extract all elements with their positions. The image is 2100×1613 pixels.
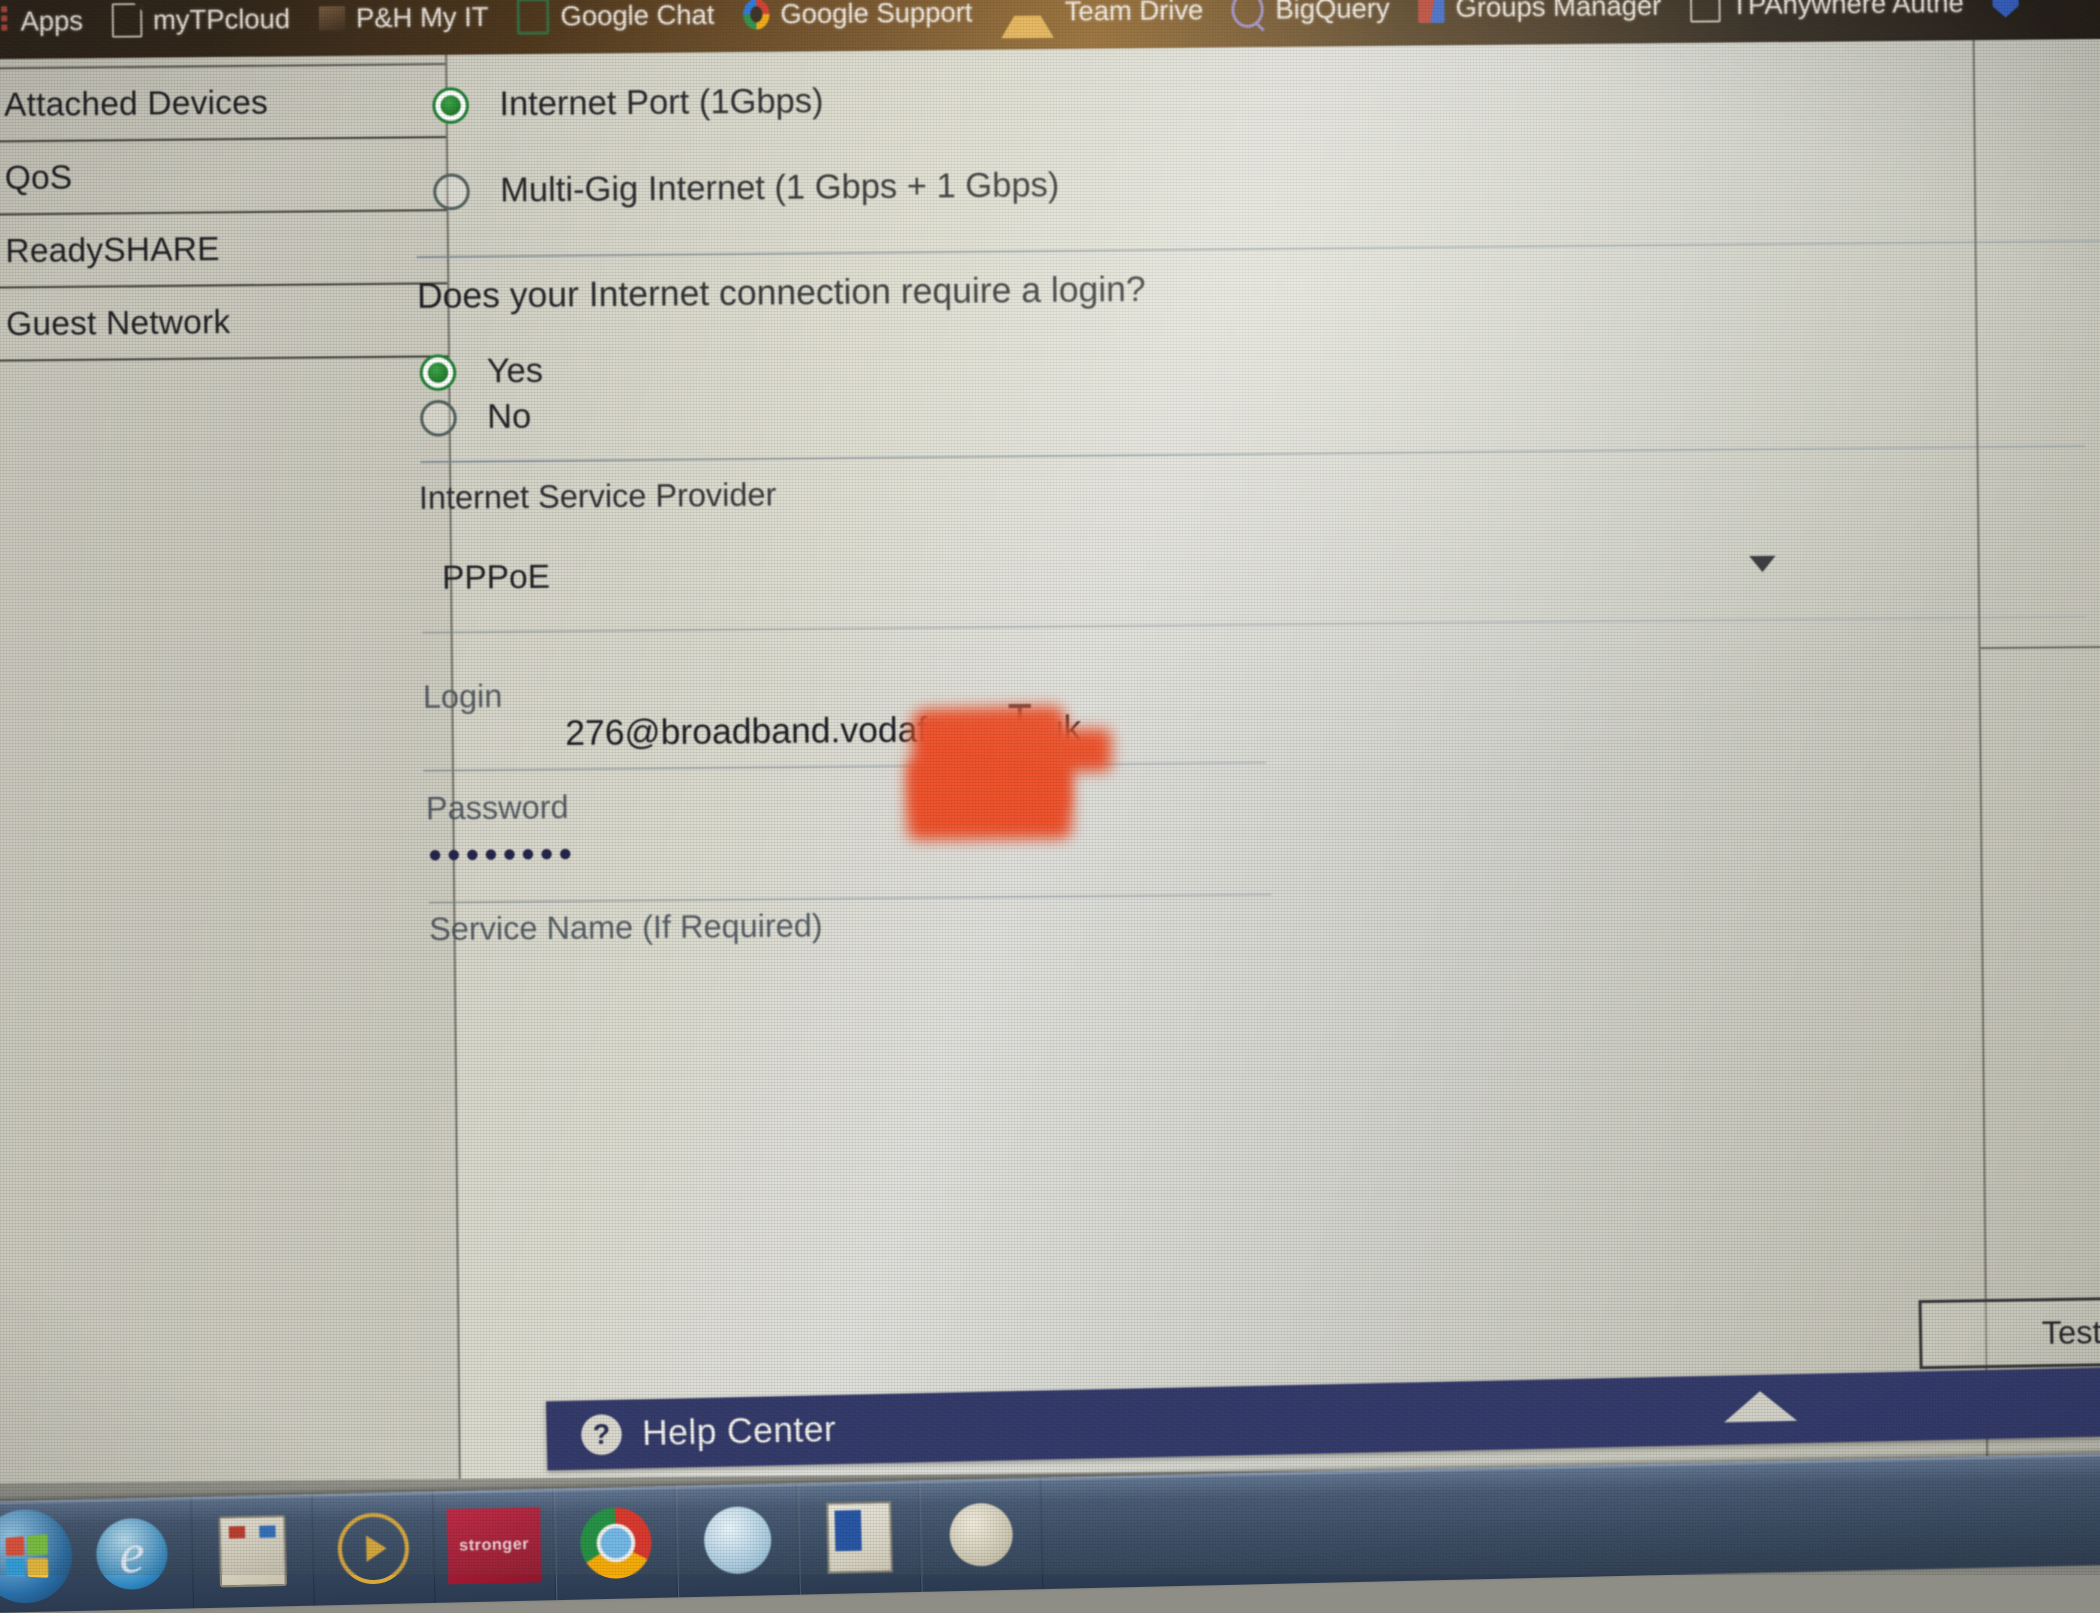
wan-option-internet-port[interactable]: Internet Port (1Gbps)	[432, 82, 824, 125]
sidebar-item-guest-network[interactable]: Guest Network	[0, 284, 449, 362]
taskbar-item-media-player[interactable]	[312, 1491, 436, 1606]
question-mark-icon: ?	[580, 1413, 623, 1456]
test-button-label: Test	[2041, 1313, 2100, 1351]
radio-multi-gig[interactable]	[433, 172, 470, 210]
bookmark-label: myTPcloud	[152, 3, 291, 35]
taskbar-item-skype[interactable]	[675, 1483, 800, 1598]
taskbar-item-chrome[interactable]	[553, 1485, 679, 1601]
divider-after-login-question	[420, 445, 2086, 464]
password-field-label: Password	[425, 788, 569, 827]
wan-option-label: Multi-Gig Internet (1 Gbps + 1 Gbps)	[500, 165, 1060, 210]
isp-select[interactable]: PPPoE	[419, 524, 2100, 621]
right-divider	[1980, 645, 2100, 650]
document-icon	[111, 2, 142, 38]
password-field-underline	[428, 893, 1272, 904]
service-name-field-label: Service Name (If Required)	[428, 906, 823, 948]
password-field-value[interactable]: ••••••••	[428, 833, 577, 878]
bookmark-label: Apps	[20, 5, 84, 37]
wan-option-label: Internet Port (1Gbps)	[499, 81, 824, 124]
windows-start-orb[interactable]	[0, 1508, 74, 1605]
bookmark-overflow[interactable]	[1978, 0, 2045, 40]
bookmark-bigquery[interactable]: BigQuery	[1217, 0, 1404, 47]
google-g-icon	[742, 0, 770, 30]
bigquery-magnifier-icon	[1231, 0, 1265, 29]
groups-manager-icon	[1417, 0, 1445, 24]
router-admin-page: Attached Devices QoS ReadySHARE Guest Ne…	[0, 36, 2100, 1484]
drive-triangle-icon	[1000, 0, 1054, 39]
test-button[interactable]: Test	[1918, 1296, 2100, 1370]
bookmark-ph-my-it[interactable]: P&H My IT	[304, 0, 503, 56]
wan-option-multi-gig[interactable]: Multi-Gig Internet (1 Gbps + 1 Gbps)	[433, 166, 1059, 212]
bookmark-team-drive[interactable]: Team Drive	[986, 0, 1218, 50]
bookmark-label: Google Support	[780, 0, 973, 29]
internet-explorer-icon: e	[95, 1517, 169, 1591]
bookmark-label: TPAnywhere Authe	[1731, 0, 1964, 20]
bookmark-label: Team Drive	[1064, 0, 1204, 27]
sidebar-item-attached-devices[interactable]: Attached Devices	[0, 65, 446, 143]
login-option-label: No	[486, 397, 532, 437]
image-icon	[318, 6, 345, 31]
bookmark-apps[interactable]: Apps	[0, 0, 98, 59]
main-content: Internet Port (1Gbps) Multi-Gig Internet…	[416, 37, 2100, 1479]
shield-icon	[1992, 0, 2019, 18]
bookmark-google-chat[interactable]: Google Chat	[502, 0, 729, 54]
bookmark-label: Groups Manager	[1455, 0, 1662, 23]
sidebar-item-label: ReadySHARE	[5, 229, 220, 270]
sidebar-item-label: Guest Network	[5, 302, 231, 343]
skype-icon	[703, 1505, 772, 1575]
divider-after-wan	[416, 239, 2100, 259]
taskbar-item-stronger[interactable]: stronger	[433, 1488, 557, 1603]
apps-grid-icon	[0, 6, 9, 37]
sidebar-item-label: Attached Devices	[3, 82, 269, 124]
taskbar-item-outlook[interactable]	[797, 1480, 922, 1595]
file-explorer-icon	[218, 1514, 287, 1588]
taskbar-item-internet-explorer[interactable]: e	[70, 1496, 195, 1612]
radio-login-no[interactable]	[419, 399, 457, 437]
redaction-blob	[991, 728, 1112, 773]
login-option-label: Yes	[486, 351, 544, 391]
chrome-icon	[579, 1506, 653, 1580]
sidebar-item-readyshare[interactable]: ReadySHARE	[0, 211, 448, 289]
login-question-text: Does your Internet connection require a …	[416, 269, 1146, 316]
stronger-tile-icon: stronger	[446, 1507, 542, 1585]
right-column	[1972, 36, 2100, 1465]
chat-bubble-icon	[516, 0, 550, 35]
bookmark-google-support[interactable]: Google Support	[728, 0, 987, 52]
bookmark-label: P&H My IT	[355, 1, 489, 33]
stronger-tile-label: stronger	[458, 1535, 530, 1555]
isp-label: Internet Service Provider	[418, 475, 777, 516]
login-field-underline	[423, 761, 1266, 772]
bookmark-groups-manager[interactable]: Groups Manager	[1403, 0, 1675, 46]
sidebar-navigation: Attached Devices QoS ReadySHARE Guest Ne…	[0, 52, 461, 1484]
taskbar-item-file-explorer[interactable]	[191, 1494, 315, 1609]
sidebar-item-qos[interactable]: QoS	[0, 138, 447, 216]
help-center-label: Help Center	[641, 1409, 837, 1454]
login-field-label: Login	[422, 677, 503, 715]
document-icon	[1689, 0, 1721, 23]
media-player-icon	[337, 1512, 410, 1585]
windows-flag-icon	[5, 1533, 49, 1578]
login-option-no[interactable]: No	[419, 397, 532, 438]
chevron-down-icon[interactable]	[1749, 555, 1776, 573]
radio-internet-port[interactable]	[432, 86, 470, 124]
bookmark-label: BigQuery	[1275, 0, 1390, 25]
chevron-up-icon[interactable]	[1723, 1390, 1798, 1423]
login-option-yes[interactable]: Yes	[419, 351, 544, 392]
radio-login-yes[interactable]	[419, 353, 457, 391]
bookmark-label: Google Chat	[560, 0, 715, 31]
bookmark-mytpcloud[interactable]: myTPcloud	[97, 0, 305, 58]
sidebar-item-label: QoS	[4, 157, 73, 197]
isp-selected-value: PPPoE	[441, 557, 551, 596]
generic-app-icon	[949, 1502, 1014, 1567]
outlook-icon	[826, 1501, 893, 1574]
bookmark-tpanywhere-authe[interactable]: TPAnywhere Authe	[1675, 0, 1978, 43]
